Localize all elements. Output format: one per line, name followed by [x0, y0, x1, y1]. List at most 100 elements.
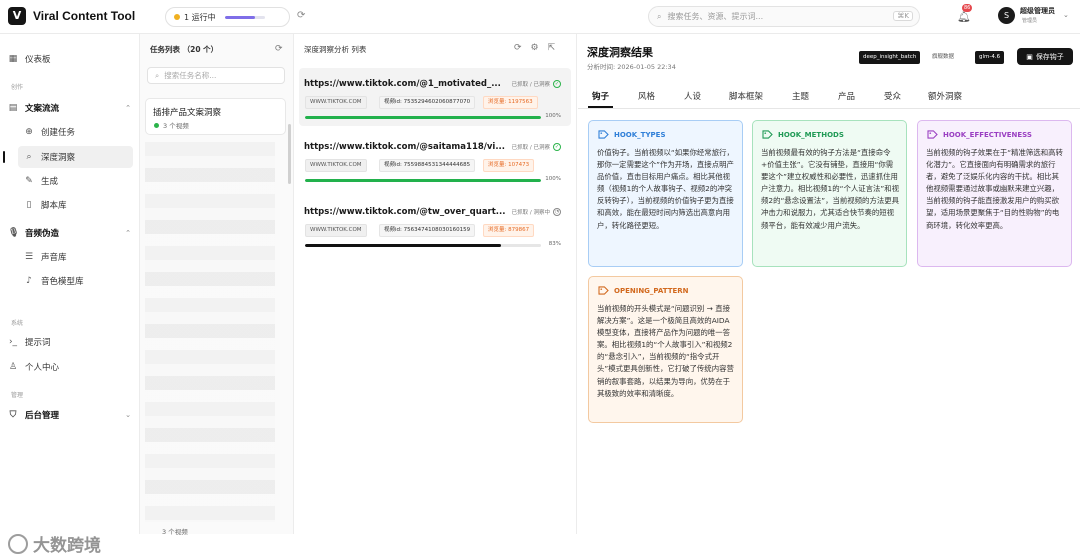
progress-fill — [305, 116, 541, 119]
progress-bar — [305, 244, 541, 247]
video-url[interactable]: https://www.tiktok.com/@tw_over_quart... — [304, 207, 506, 217]
global-search-input[interactable]: ⌕ 搜索任务、资源、提示词... ⌘K — [648, 6, 920, 27]
sidebar-item-script-library[interactable]: ▯ 脚本库 — [24, 194, 157, 216]
sidebar-item-label: 提示词 — [25, 338, 51, 348]
video-id-chip: 视频id: 7563474108030160159 — [379, 224, 476, 237]
bell-icon[interactable]: 🔔︎ — [957, 10, 971, 23]
tab-3[interactable]: 人设 — [684, 90, 701, 102]
sidebar-item-voice-library[interactable]: ☰ 声音库 — [24, 246, 157, 268]
save-hook-button[interactable]: ▣ 保存钩子 — [1017, 48, 1073, 65]
card-header: HOOK_METHODS — [762, 130, 844, 139]
video-id-chip: 视频id: 7535294602060877070 — [379, 96, 476, 109]
views-chip: 浏览量: 107473 — [483, 159, 535, 172]
sidebar-item-prompts[interactable]: ›_ 提示词 — [8, 331, 141, 353]
plus-circle-icon: ⊕ — [25, 127, 33, 137]
user-name: 超级管理员 — [1020, 7, 1055, 15]
refresh-icon[interactable]: ⟳ — [514, 43, 522, 53]
search-shortcut: ⌘K — [893, 11, 913, 21]
card-header: HOOK_TYPES — [598, 130, 665, 139]
item-status-text: 已抓取 / 洞察中 — [511, 210, 550, 216]
running-tasks-pill[interactable]: 1 运行中 — [165, 7, 290, 27]
chevron-down-icon: ⌄ — [125, 411, 131, 419]
sidebar-item-label: 音色模型库 — [41, 277, 84, 287]
analysis-item[interactable]: https://www.tiktok.com/@1_motivated_... 已… — [299, 68, 571, 126]
tab-4[interactable]: 脚本框架 — [729, 90, 763, 102]
card-title: HOOK_EFFECTIVENESS — [943, 130, 1032, 139]
section-label-manage: 管理 — [11, 392, 24, 399]
card-body: 当前视频最有效的钩子方法是“直接命令+价值主张”。它没有铺垫，直接用“你需要这个… — [761, 148, 900, 230]
task-video-count: 3 个视频 — [162, 528, 188, 536]
brand-watermark-text: 大数跨境 — [33, 536, 101, 556]
analysis-list-panel: 深度洞察分析 列表 ⟳ ⚙ ⇱ https://www.tiktok.com/@… — [294, 34, 577, 534]
sidebar-item-create-task[interactable]: ⊕ 创建任务 — [24, 121, 157, 143]
sidebar-item-voice-model-library[interactable]: ♪ 音色模型库 — [24, 270, 157, 292]
notification-count-badge: 86 — [962, 4, 973, 12]
sidebar-group-audio[interactable]: 🎙︎ 音频伪造 ⌃ — [8, 222, 141, 244]
sidebar-group-admin[interactable]: ⛉ 后台管理 ⌄ — [8, 404, 141, 426]
insight-card-hook-methods: HOOK_METHODS 当前视频最有效的钩子方法是“直接命令+价值主张”。它没有… — [752, 120, 907, 267]
tab-8[interactable]: 额外洞察 — [928, 90, 962, 102]
settings-icon[interactable]: ⚙ — [531, 43, 539, 53]
tab-5[interactable]: 主题 — [792, 90, 809, 102]
tag-icon — [762, 130, 773, 139]
item-status: 已抓取 / 已洞察 ✓ — [512, 80, 561, 88]
tab-7[interactable]: 受众 — [884, 90, 901, 102]
analysis-toolbar: ⟳ ⚙ ⇱ — [514, 43, 555, 53]
tag-icon — [598, 286, 609, 295]
tab-2[interactable]: 风格 — [638, 90, 655, 102]
analysis-item[interactable]: https://www.tiktok.com/@tw_over_quart...… — [299, 196, 571, 254]
card-header: HOOK_EFFECTIVENESS — [927, 130, 1032, 139]
book-icon: ▯ — [26, 200, 32, 210]
task-list-panel: 任务列表 （20 个） ⌕ 搜索任务名称... 插排产品文案洞察 3 个视频 3… — [140, 34, 294, 536]
task-search-input[interactable]: ⌕ 搜索任务名称... — [147, 67, 285, 84]
sidebar-item-dashboard[interactable]: ▦ 仪表板 — [8, 48, 141, 70]
wand-icon: ✎ — [25, 176, 33, 186]
save-hook-label: 保存钩子 — [1035, 52, 1064, 61]
app-logo[interactable]: V — [8, 7, 26, 25]
site-chip: WWW.TIKTOK.COM — [305, 96, 367, 109]
sidebar-item-deep-insight[interactable]: ⌕ 深度洞察 — [18, 146, 133, 168]
export-icon[interactable]: ⇱ — [548, 43, 556, 53]
tab-1[interactable]: 钩子 — [592, 90, 609, 102]
video-url[interactable]: https://www.tiktok.com/@saitama118/vi... — [304, 142, 505, 152]
microphone-icon: ♪ — [26, 276, 32, 286]
model-badge: glm-4.6 — [975, 51, 1005, 64]
sidebar-item-label: 生成 — [41, 177, 59, 187]
sidebar-item-generate[interactable]: ✎ 生成 — [24, 170, 157, 192]
site-chip: WWW.TIKTOK.COM — [305, 224, 367, 237]
scrollbar[interactable] — [288, 124, 291, 184]
task-item-selected[interactable]: 插排产品文案洞察 3 个视频 — [145, 98, 286, 135]
brand-watermark: 大数跨境 — [8, 531, 101, 556]
task-title: 插排产品文案洞察 — [153, 108, 222, 118]
card-body: 价值钩子。当前视频以“如果你经常旅行，那你一定需要这个”作为开场，直接点明产品价… — [597, 148, 734, 230]
sidebar-item-label: 脚本库 — [41, 201, 67, 211]
insight-card-hook-effectiveness: HOOK_EFFECTIVENESS 当前视频的钩子效果在于“精准筛选和高转化潜力… — [917, 120, 1072, 267]
section-label-create: 创作 — [11, 84, 24, 91]
avatar[interactable]: S — [998, 7, 1015, 24]
chevron-up-icon: ⌃ — [125, 104, 131, 112]
analysis-item[interactable]: https://www.tiktok.com/@saitama118/vi...… — [299, 131, 571, 189]
task-search-placeholder: 搜索任务名称... — [164, 71, 217, 80]
sidebar: ▦ 仪表板 创作 ▤ 文案流流 ⌃ ⊕ 创建任务 ⌕ 深度洞察 ✎ 生成 ▯ 脚本库 🎙︎ 音… — [0, 34, 141, 556]
sidebar-group-copy[interactable]: ▤ 文案流流 ⌃ — [8, 97, 141, 119]
batch-badge-label: 旗舰数据 — [932, 54, 955, 60]
running-progress-fill — [224, 15, 255, 19]
status-dot — [154, 122, 159, 128]
blurred-task-list — [145, 142, 275, 522]
progress-bar — [305, 116, 541, 119]
insight-result-panel: 深度洞察结果 分析时间: 2026-01-05 22:34 deep_insig… — [578, 34, 1080, 534]
video-url[interactable]: https://www.tiktok.com/@1_motivated_... — [304, 79, 501, 89]
tab-6[interactable]: 产品 — [838, 90, 855, 102]
refresh-icon[interactable]: ⟳ — [297, 10, 305, 21]
save-icon: ▣ — [1026, 52, 1033, 61]
sidebar-item-label: 文案流流 — [25, 104, 60, 114]
sidebar-item-personal-center[interactable]: ♙ 个人中心 — [8, 356, 141, 378]
card-body: 当前视频的钩子效果在于“精准筛选和高转化潜力”。它直接面向有明确需求的旅行者，避… — [926, 148, 1063, 230]
views-chip: 浏览量: 879867 — [483, 224, 535, 237]
item-status: 已抓取 / 已洞察 ✓ — [512, 143, 561, 151]
refresh-icon[interactable]: ⟳ — [275, 44, 283, 54]
sidebar-item-label: 个人中心 — [25, 363, 60, 373]
list-icon: ☰ — [24, 252, 34, 262]
active-tab-indicator — [588, 106, 613, 108]
chevron-down-icon[interactable]: ⌄ — [1063, 11, 1069, 19]
